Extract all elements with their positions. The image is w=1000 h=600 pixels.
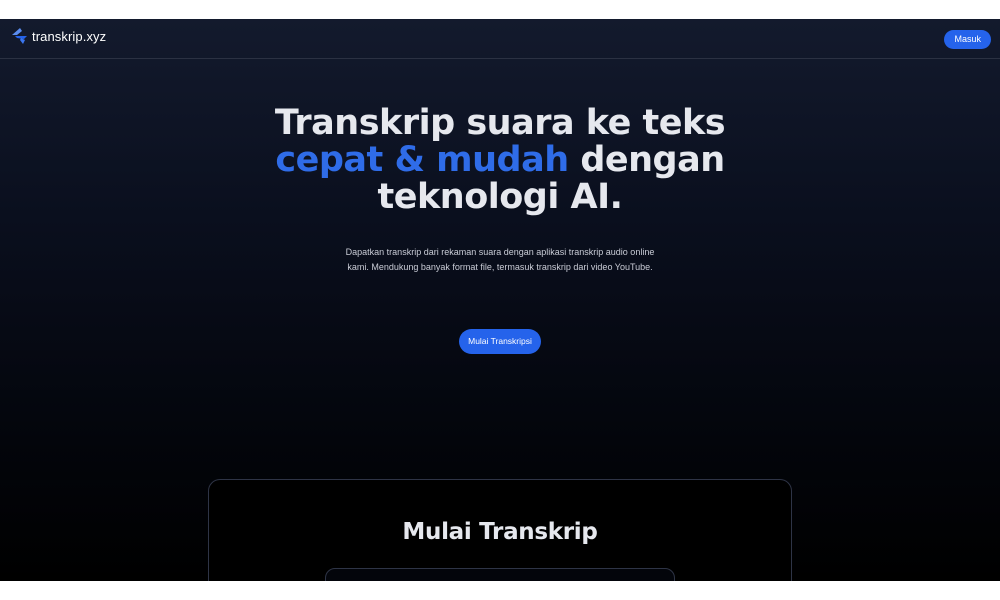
transcribe-card-title: Mulai Transkrip (402, 519, 598, 545)
page-viewport: transkrip.xyz Masuk Transkrip suara ke t… (0, 19, 1000, 581)
hero-title-line-2: cepat & mudah dengan (0, 142, 1000, 179)
hero-title: Transkrip suara ke teks cepat & mudah de… (0, 105, 1000, 216)
brand-name: transkrip.xyz (32, 28, 107, 44)
hero-title-line-2-rest: dengan (568, 140, 725, 180)
upload-input-area[interactable] (325, 568, 675, 581)
login-button[interactable]: Masuk (944, 30, 991, 49)
navbar: transkrip.xyz Masuk (0, 19, 1000, 59)
start-transcription-button[interactable]: Mulai Transkripsi (459, 329, 541, 354)
hero-description: Dapatkan transkrip dari rekaman suara de… (345, 247, 655, 272)
brand-link[interactable]: transkrip.xyz (11, 27, 106, 45)
hero-title-line-3: teknologi AI. (377, 177, 623, 217)
hero-title-accent: cepat & mudah (275, 140, 569, 180)
transkrip-logo-icon (12, 28, 27, 44)
transcribe-card: Mulai Transkrip (208, 479, 792, 581)
hero-title-line-1: Transkrip suara ke teks (274, 103, 726, 143)
